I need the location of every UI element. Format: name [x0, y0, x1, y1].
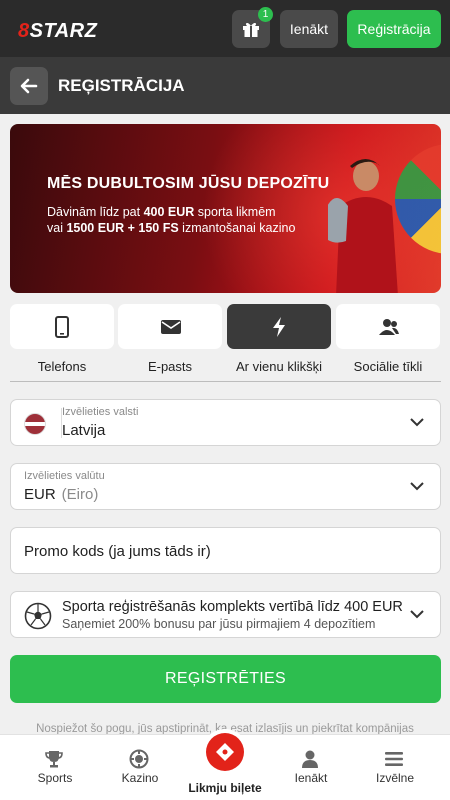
currency-select[interactable]: Izvēlieties valūtu EUR (Eiro) [10, 463, 441, 510]
nav-item-login[interactable]: Ienākt [266, 735, 356, 800]
people-icon [379, 319, 399, 335]
promo-banner[interactable]: MĒS DUBULTOSIM JŪSU DEPOZĪTU Dāvinām līd… [10, 124, 441, 293]
arrow-left-icon [20, 78, 38, 94]
menu-icon [385, 752, 403, 766]
chip-icon [129, 749, 149, 769]
page-title: REĢISTRĀCIJA [58, 76, 185, 95]
trophy-icon [45, 751, 63, 768]
tab-one-click-label[interactable]: Ar vienu klikšķi [227, 359, 331, 374]
country-select[interactable]: Izvēlieties valsti Latvija [10, 399, 441, 446]
banner-line-2: vai 1500 EUR + 150 FS izmantošanai kazin… [47, 221, 296, 235]
back-button[interactable] [10, 67, 48, 105]
promo-code-input[interactable]: Promo kods (ja jums tāds ir) [10, 527, 441, 574]
tab-divider [10, 381, 441, 382]
nav-label-menu: Izvēlne [375, 771, 415, 785]
tab-one-click[interactable] [227, 304, 331, 349]
nav-item-menu[interactable]: Izvēlne [350, 735, 440, 800]
chevron-down-icon [410, 418, 424, 427]
bottom-nav: Sports Kazino Likmju biļete Ienākt Izvēl… [0, 733, 450, 800]
tab-social-label[interactable]: Sociālie tīkli [336, 359, 440, 374]
tab-email[interactable] [118, 304, 222, 349]
login-button[interactable]: Ienākt [280, 10, 338, 48]
banner-line-1: Dāvinām līdz pat 400 EUR sporta likmēm [47, 205, 276, 219]
currency-value: EUR (Eiro) [24, 486, 98, 503]
gift-badge: 1 [258, 7, 273, 22]
bonus-select[interactable]: Sporta reģistrēšanās komplekts vertībā l… [10, 591, 441, 638]
bonus-title: Sporta reģistrēšanās komplekts vertībā l… [62, 599, 403, 615]
title-bar: REĢISTRĀCIJA [0, 57, 450, 114]
currency-name: (Eiro) [61, 486, 99, 503]
soccer-ball-icon [24, 602, 52, 630]
currency-code: EUR [24, 486, 56, 503]
bet-slip-button[interactable] [206, 733, 244, 771]
register-button[interactable]: Reģistrācija [347, 10, 441, 48]
bonus-subtitle: Saņemiet 200% bonusu par jūsu pirmajiem … [62, 617, 376, 631]
top-bar: 8STARZ 1 Ienākt Reģistrācija [0, 0, 450, 57]
tab-phone-label[interactable]: Telefons [10, 359, 114, 374]
tab-phone[interactable] [10, 304, 114, 349]
gift-button[interactable]: 1 [232, 7, 273, 48]
nav-item-casino[interactable]: Kazino [95, 735, 185, 800]
player-with-trophy-image [328, 159, 398, 293]
logo[interactable]: 8STARZ [18, 20, 97, 43]
ticket-icon [216, 743, 234, 761]
logo-text: 8STARZ [18, 20, 98, 42]
nav-label-casino: Kazino [121, 771, 159, 785]
country-label: Izvēlieties valsti [62, 406, 139, 418]
nav-label-sports: Sports [37, 771, 73, 785]
promo-code-placeholder: Promo kods (ja jums tāds ir) [24, 543, 211, 560]
chevron-down-icon [410, 610, 424, 619]
mail-icon [161, 320, 181, 334]
currency-label: Izvēlieties valūtu [24, 470, 105, 482]
nav-label-login: Ienākt [294, 771, 328, 785]
chevron-down-icon [410, 482, 424, 491]
gift-icon [243, 22, 259, 37]
tab-email-label[interactable]: E-pasts [118, 359, 222, 374]
nav-item-sports[interactable]: Sports [10, 735, 100, 800]
latvia-flag-icon [24, 413, 46, 435]
lightning-icon [273, 317, 285, 337]
phone-icon [55, 316, 69, 338]
country-value: Latvija [62, 422, 106, 439]
register-submit-button[interactable]: REĢISTRĒTIES [10, 655, 441, 703]
banner-headline: MĒS DUBULTOSIM JŪSU DEPOZĪTU [47, 175, 330, 192]
nav-label-bet-slip[interactable]: Likmju biļete [180, 781, 270, 795]
tab-social[interactable] [336, 304, 440, 349]
user-icon [302, 750, 318, 768]
